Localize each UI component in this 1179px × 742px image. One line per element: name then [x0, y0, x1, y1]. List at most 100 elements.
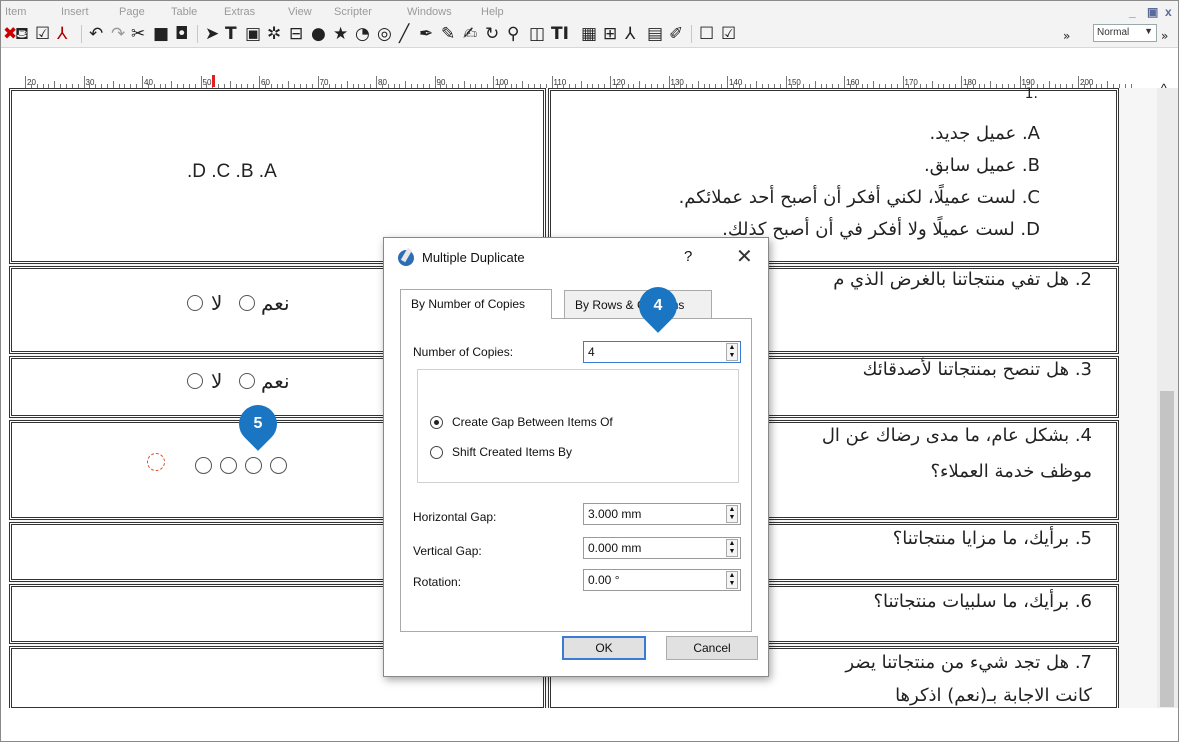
q2-text: 2. هل تفي منتجاتنا بالغرض الذي م — [833, 269, 1092, 290]
ruler-tick — [961, 76, 962, 88]
ruler-tick — [814, 81, 816, 88]
menu-windows[interactable]: Windows — [407, 6, 452, 18]
yes-radio-circle-2[interactable] — [239, 373, 255, 389]
q5-text: 5. برأيك، ما مزايا منتجاتنا؟ — [892, 528, 1092, 549]
shift-items-radio[interactable] — [430, 446, 443, 459]
scribus-window: Item Insert Page Table Extras View Scrip… — [0, 0, 1179, 742]
pdf-textfield-icon[interactable]: ☐ — [699, 24, 714, 44]
ruler-tick — [142, 76, 143, 88]
menu-extras[interactable]: Extras — [224, 6, 255, 18]
shift-items-label: Shift Created Items By — [452, 445, 573, 459]
toolbar-overflow-2-icon[interactable]: » — [1161, 26, 1168, 46]
menu-help[interactable]: Help — [481, 6, 504, 18]
yes-label: نعم — [261, 291, 290, 315]
menu-item[interactable]: Item — [5, 6, 26, 18]
rating-circle[interactable] — [220, 457, 237, 474]
copy-icon[interactable]: ■ — [153, 24, 169, 44]
select-arrow-icon[interactable]: ➤ — [205, 24, 219, 44]
rating-circle[interactable] — [245, 457, 262, 474]
ruler-tick — [200, 76, 202, 88]
bezier-icon[interactable]: ✒ — [419, 24, 433, 44]
ruler-tick — [990, 81, 992, 88]
scrollbar-thumb[interactable] — [1160, 391, 1174, 707]
no-label: لا — [211, 291, 223, 315]
q1-option-b: B. عميل سابق. — [923, 155, 1040, 176]
spin-arrows-icon[interactable]: ▲ ▼ — [726, 505, 738, 523]
freehand-icon[interactable]: ✎ — [441, 24, 455, 44]
menu-insert[interactable]: Insert — [61, 6, 89, 18]
scroll-up-icon[interactable]: ^ — [1161, 81, 1167, 95]
arc-icon[interactable]: ◔ — [355, 24, 370, 44]
restore-button[interactable]: ▣ — [1147, 5, 1158, 19]
star-icon[interactable]: ★ — [333, 24, 348, 44]
vertical-gap-input[interactable]: 0.000 mm ▲ ▼ — [583, 537, 741, 559]
create-gap-label: Create Gap Between Items Of — [452, 415, 613, 429]
ruler-tick — [317, 76, 319, 88]
number-of-copies-input[interactable]: 4 ▲ ▼ — [583, 341, 741, 363]
unlink-frames-icon[interactable]: ⊞ — [603, 24, 617, 44]
rotation-value: 0.00 ° — [588, 573, 620, 587]
tab-by-number-of-copies[interactable]: By Number of Copies — [400, 289, 552, 319]
shape-icon[interactable]: ● — [311, 24, 326, 44]
rotation-input[interactable]: 0.00 ° ▲ ▼ — [583, 569, 741, 591]
spin-arrows-icon[interactable]: ▲ ▼ — [726, 539, 738, 557]
edit-text-icon[interactable]: ◫ — [529, 24, 545, 44]
spiral-icon[interactable]: ◎ — [377, 24, 392, 44]
undo-icon[interactable]: ↶ — [89, 24, 103, 44]
render-frame-icon[interactable]: ✲ — [267, 24, 281, 44]
checkbox-icon[interactable]: ☑ — [35, 24, 50, 44]
yes-radio-circle[interactable] — [239, 295, 255, 311]
redo-icon[interactable]: ↷ — [111, 24, 125, 44]
q1-option-a: A. عميل جديد. — [929, 123, 1040, 144]
q7-text-line2: كانت الاجابة بـ(نعم) اذكرها — [895, 685, 1092, 706]
horizontal-gap-input[interactable]: 3.000 mm ▲ ▼ — [583, 503, 741, 525]
table-icon[interactable]: ⊟ — [289, 24, 303, 44]
spin-arrows-icon[interactable]: ▲ ▼ — [726, 343, 738, 361]
ruler-tick — [1107, 81, 1109, 88]
help-button[interactable]: ? — [684, 248, 692, 265]
rotate-icon[interactable]: ↻ — [485, 24, 499, 44]
cut-icon[interactable]: ✂ — [131, 24, 145, 44]
no-radio-circle-2[interactable] — [187, 373, 203, 389]
zoom-icon[interactable]: ⚲ — [507, 24, 519, 44]
text-frame-icon[interactable]: T — [225, 24, 237, 44]
eyedropper-icon[interactable]: ✐ — [669, 24, 683, 44]
minimize-button[interactable]: _ — [1129, 5, 1136, 19]
create-gap-radio[interactable] — [430, 416, 443, 429]
image-frame-icon[interactable]: ▣ — [245, 24, 261, 44]
ruler-label: 100 — [495, 78, 509, 87]
menu-view[interactable]: View — [288, 6, 312, 18]
pdf-icon[interactable]: ⅄ — [57, 24, 67, 44]
rating-circle[interactable] — [195, 457, 212, 474]
dialog-close-button[interactable]: ✕ — [736, 244, 753, 269]
pdf-checkbox-icon[interactable]: ☑ — [721, 24, 736, 44]
menu-table[interactable]: Table — [171, 6, 197, 18]
toolbar-overflow-icon[interactable]: » — [1063, 26, 1070, 46]
rating-circle[interactable] — [270, 457, 287, 474]
ruler-label: 170 — [904, 78, 918, 87]
menu-page[interactable]: Page — [119, 6, 145, 18]
menu-scripter[interactable]: Scripter — [334, 6, 372, 18]
ruler-tick — [112, 81, 114, 88]
ruler-tick — [727, 76, 728, 88]
cancel-button[interactable]: Cancel — [666, 636, 758, 660]
link-frames-icon[interactable]: ▦ — [581, 24, 597, 44]
step-badge-4: 4 — [631, 279, 685, 333]
selected-circle-object[interactable] — [147, 453, 165, 471]
copy-properties-icon[interactable]: ▤ — [647, 24, 663, 44]
stamp-icon[interactable]: ⛾ — [15, 24, 29, 44]
style-select[interactable]: Normal ▼ — [1093, 24, 1157, 42]
number-of-copies-label: Number of Copies: — [413, 345, 514, 359]
paste-icon[interactable]: ◘ — [175, 24, 188, 44]
ruler-tick — [697, 81, 699, 88]
ruler-tick — [844, 76, 845, 88]
ruler-tick — [25, 76, 26, 88]
close-window-button[interactable]: x — [1165, 5, 1172, 19]
story-editor-icon[interactable]: TI — [551, 24, 569, 44]
spin-arrows-icon[interactable]: ▲ ▼ — [726, 571, 738, 589]
measure-icon[interactable]: ⅄ — [625, 24, 635, 44]
ok-button[interactable]: OK — [562, 636, 646, 660]
line-icon[interactable]: ╱ — [399, 24, 409, 44]
calligraphic-icon[interactable]: ✍ — [463, 24, 477, 44]
no-radio-circle[interactable] — [187, 295, 203, 311]
